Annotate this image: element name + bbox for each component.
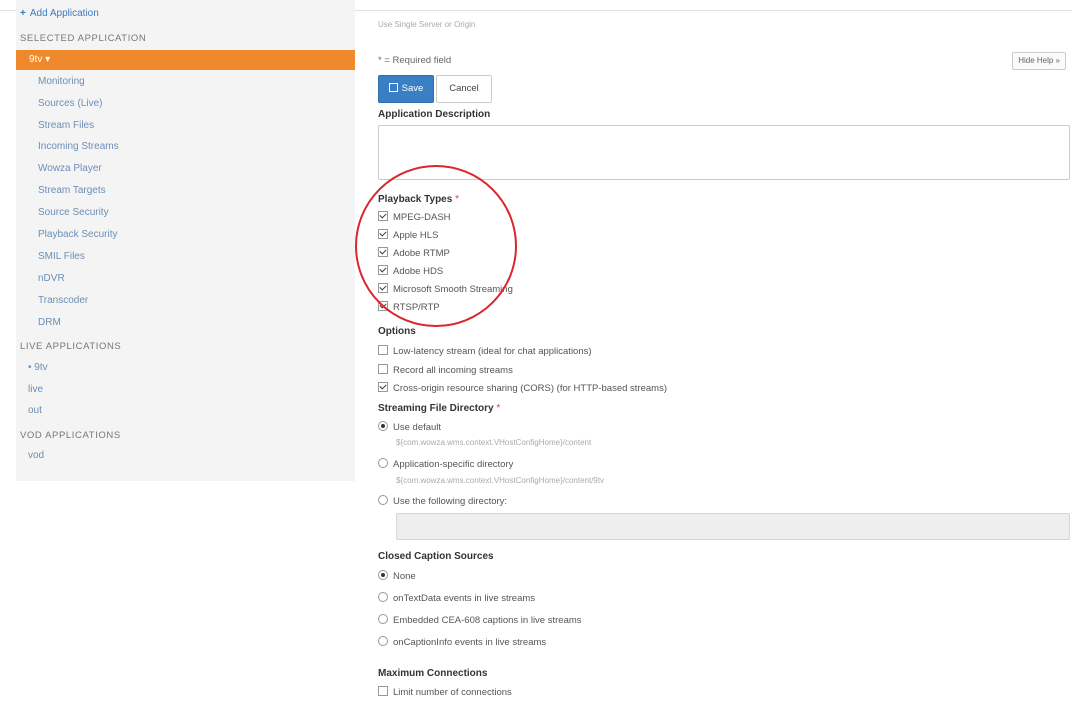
checkbox[interactable] <box>378 247 388 257</box>
playback-type-apple-hls[interactable]: Apple HLS <box>378 229 438 241</box>
options-title: Options <box>378 326 416 337</box>
checkbox-label: Adobe RTMP <box>393 248 450 259</box>
playback-type-adobe-hds[interactable]: Adobe HDS <box>378 265 443 277</box>
checkbox-label: Record all incoming streams <box>393 365 513 376</box>
option-cors[interactable]: Cross-origin resource sharing (CORS) (fo… <box>378 382 667 394</box>
live-app-9tv[interactable]: • 9tv <box>28 362 48 373</box>
cancel-button[interactable]: Cancel <box>436 75 492 103</box>
radio[interactable] <box>378 458 388 468</box>
radio-label: Embedded CEA-608 captions in live stream… <box>393 615 582 626</box>
checkbox[interactable] <box>378 686 388 696</box>
floppy-disk-icon <box>388 83 398 92</box>
application-directory-path: ${com.wowza.wms.context.VHostConfigHome}… <box>396 476 605 485</box>
checkbox-label: Limit number of connections <box>393 687 512 698</box>
caption-none[interactable]: None <box>378 570 416 582</box>
closed-caption-sources-title: Closed Caption Sources <box>378 551 494 562</box>
option-record-all[interactable]: Record all incoming streams <box>378 364 513 376</box>
sidebar-item-playback-security[interactable]: Playback Security <box>38 229 117 240</box>
sidebar-item-sources-live[interactable]: Sources (Live) <box>38 98 102 109</box>
vod-app-vod[interactable]: vod <box>28 450 44 461</box>
sidebar-item-wowza-player[interactable]: Wowza Player <box>38 163 102 174</box>
live-app-out[interactable]: out <box>28 405 42 416</box>
dir-use-following[interactable]: Use the following directory: <box>378 495 507 507</box>
live-app-live[interactable]: live <box>28 384 43 395</box>
sidebar-item-incoming-streams[interactable]: Incoming Streams <box>38 141 119 152</box>
streaming-file-directory-title: Streaming File Directory * <box>378 403 500 414</box>
radio[interactable] <box>378 592 388 602</box>
caption-ontextdata[interactable]: onTextData events in live streams <box>378 592 535 604</box>
checkbox[interactable] <box>378 364 388 374</box>
checkbox[interactable] <box>378 283 388 293</box>
sidebar-item-smil-files[interactable]: SMIL Files <box>38 251 85 262</box>
radio[interactable] <box>378 636 388 646</box>
sidebar-item-transcoder[interactable]: Transcoder <box>38 295 88 306</box>
checkbox-label: Microsoft Smooth Streaming <box>393 284 513 295</box>
save-button[interactable]: Save <box>378 75 434 103</box>
checkbox[interactable] <box>378 229 388 239</box>
add-application-link[interactable]: + Add Application <box>20 8 99 19</box>
caption-oncaptioninfo[interactable]: onCaptionInfo events in live streams <box>378 636 546 648</box>
radio-label: onCaptionInfo events in live streams <box>393 637 547 648</box>
radio[interactable] <box>378 614 388 624</box>
streaming-file-directory-label: Streaming File Directory <box>378 403 494 414</box>
checkbox-label: Cross-origin resource sharing (CORS) (fo… <box>393 383 667 394</box>
checkbox[interactable] <box>378 382 388 392</box>
required-star: * <box>455 194 459 205</box>
checkbox[interactable] <box>378 301 388 311</box>
checkbox-label: MPEG-DASH <box>393 212 451 223</box>
caption-cea-608[interactable]: Embedded CEA-608 captions in live stream… <box>378 614 582 626</box>
radio-label: Application-specific directory <box>393 459 514 470</box>
sidebar-item-drm[interactable]: DRM <box>38 317 61 328</box>
checkbox[interactable] <box>378 211 388 221</box>
playback-type-adobe-rtmp[interactable]: Adobe RTMP <box>378 247 450 259</box>
radio[interactable] <box>378 570 388 580</box>
checkbox-label: Low-latency stream (ideal for chat appli… <box>393 346 592 357</box>
application-description-input[interactable] <box>378 125 1070 180</box>
dir-use-default[interactable]: Use default <box>378 421 441 433</box>
radio-label: Use the following directory: <box>393 496 508 507</box>
limit-connections[interactable]: Limit number of connections <box>378 686 512 698</box>
vod-applications-heading: VOD APPLICATIONS <box>20 430 121 441</box>
playback-type-mpeg-dash[interactable]: MPEG-DASH <box>378 211 451 223</box>
option-low-latency[interactable]: Low-latency stream (ideal for chat appli… <box>378 345 592 357</box>
sidebar-item-stream-files[interactable]: Stream Files <box>38 120 94 131</box>
sidebar-item-ndvr[interactable]: nDVR <box>38 273 65 284</box>
radio[interactable] <box>378 495 388 505</box>
checkbox-label: Adobe HDS <box>393 266 444 277</box>
selected-application-heading: SELECTED APPLICATION <box>20 33 147 44</box>
application-description-title: Application Description <box>378 109 491 120</box>
save-label: Save <box>401 83 424 94</box>
checkbox[interactable] <box>378 345 388 355</box>
hide-help-button[interactable]: Hide Help » <box>1012 52 1066 70</box>
main-content: Use Single Server or Origin * = Required… <box>378 0 1070 704</box>
sidebar: + Add Application SELECTED APPLICATION 9t… <box>16 0 355 481</box>
checkbox-label: Apple HLS <box>393 230 439 241</box>
dir-application-specific[interactable]: Application-specific directory <box>378 458 513 470</box>
default-directory-path: ${com.wowza.wms.context.VHostConfigHome}… <box>396 438 592 447</box>
radio-label: onTextData events in live streams <box>393 593 536 604</box>
sidebar-item-stream-targets[interactable]: Stream Targets <box>38 185 106 196</box>
radio-label: Use default <box>393 422 442 433</box>
required-field-note: * = Required field <box>378 55 452 66</box>
selected-application-label: 9tv ▾ <box>29 54 51 65</box>
sidebar-item-source-security[interactable]: Source Security <box>38 207 109 218</box>
required-star: * <box>496 403 501 414</box>
playback-types-title: Playback Types * <box>378 194 459 205</box>
radio[interactable] <box>378 421 388 431</box>
checkbox[interactable] <box>378 265 388 275</box>
sidebar-item-monitoring[interactable]: Monitoring <box>38 76 85 87</box>
checkbox-label: RTSP/RTP <box>393 302 440 313</box>
live-applications-heading: LIVE APPLICATIONS <box>20 341 122 352</box>
add-application-label: Add Application <box>29 8 99 19</box>
custom-directory-input[interactable] <box>396 513 1070 540</box>
playback-type-rtsp-rtp[interactable]: RTSP/RTP <box>378 301 440 313</box>
selected-application[interactable]: 9tv ▾ <box>16 50 355 70</box>
maximum-connections-title: Maximum Connections <box>378 668 488 679</box>
plus-icon: + <box>20 8 26 19</box>
server-mode-hint: Use Single Server or Origin <box>378 20 476 29</box>
playback-type-smooth-streaming[interactable]: Microsoft Smooth Streaming <box>378 283 513 295</box>
radio-label: None <box>393 571 416 582</box>
playback-types-label: Playback Types <box>378 194 453 205</box>
